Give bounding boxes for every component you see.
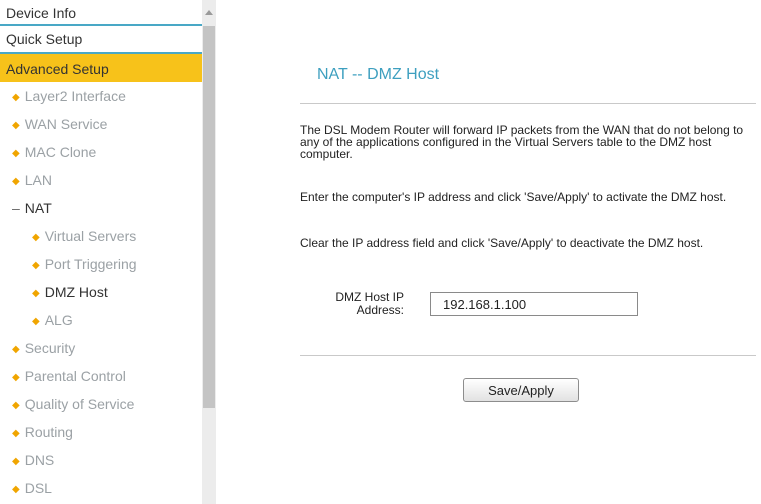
menu-item-label: MAC Clone	[24, 144, 97, 160]
bullet-icon: ◆	[12, 120, 20, 131]
menu-item-parental-control[interactable]: ◆ Parental Control	[0, 362, 202, 390]
bullet-icon: ◆	[12, 456, 20, 467]
bullet-icon: ◆	[12, 372, 20, 383]
menu-item-alg[interactable]: ◆ ALG	[0, 306, 202, 334]
bullet-icon: ◆	[12, 176, 20, 187]
menu-item-label: DNS	[24, 452, 55, 468]
divider	[300, 355, 756, 356]
menu-item-label: Parental Control	[24, 368, 126, 384]
menu-item-label: Port Triggering	[44, 256, 137, 272]
menu-item-dsl[interactable]: ◆ DSL	[0, 474, 202, 502]
menu-item-label: LAN	[24, 172, 52, 188]
menu-item-label: ALG	[44, 312, 73, 328]
menu-item-label: WAN Service	[24, 116, 108, 132]
menu-item-label: Virtual Servers	[44, 228, 137, 244]
main-content: NAT -- DMZ Host The DSL Modem Router wil…	[216, 0, 761, 504]
page-title: NAT -- DMZ Host	[317, 66, 440, 83]
menu-item-port-triggering[interactable]: ◆ Port Triggering	[0, 250, 202, 278]
bullet-icon: ◆	[32, 260, 40, 271]
bullet-icon: ◆	[12, 428, 20, 439]
menu-advanced-setup[interactable]: Advanced Setup	[0, 54, 202, 82]
scroll-up-arrow-icon[interactable]	[205, 10, 213, 15]
sidebar-menu: Device Info Quick Setup Advanced Setup ◆…	[0, 0, 202, 504]
sidebar-scrollbar[interactable]	[202, 0, 216, 504]
menu-item-virtual-servers[interactable]: ◆ Virtual Servers	[0, 222, 202, 250]
description-activate: Enter the computer's IP address and clic…	[300, 190, 727, 204]
menu-item-label: Layer2 Interface	[24, 88, 126, 104]
menu-item-routing[interactable]: ◆ Routing	[0, 418, 202, 446]
menu-item-dns[interactable]: ◆ DNS	[0, 446, 202, 474]
bullet-icon: ◆	[32, 316, 40, 327]
dmz-ip-label: DMZ Host IP Address:	[335, 290, 404, 317]
menu-item-label: Security	[24, 340, 76, 356]
bullet-icon: ◆	[12, 148, 20, 159]
menu-item-dmz-host[interactable]: ◆ DMZ Host	[0, 278, 202, 306]
menu-item-mac-clone[interactable]: ◆ MAC Clone	[0, 138, 202, 166]
menu-item-wan-service[interactable]: ◆ WAN Service	[0, 110, 202, 138]
menu-item-label: DMZ Host	[44, 284, 108, 300]
minus-icon: –	[12, 200, 20, 216]
bullet-icon: ◆	[12, 484, 20, 495]
bullet-icon: ◆	[32, 232, 40, 243]
menu-item-label: Routing	[24, 424, 73, 440]
menu-device-info[interactable]: Device Info	[0, 0, 202, 26]
save-apply-button[interactable]: Save/Apply	[463, 378, 579, 402]
dmz-ip-input[interactable]	[430, 292, 638, 316]
menu-item-layer2-interface[interactable]: ◆ Layer2 Interface	[0, 82, 202, 110]
bullet-icon: ◆	[12, 400, 20, 411]
description-forwarding: The DSL Modem Router will forward IP pac…	[300, 123, 744, 161]
menu-item-label: DSL	[24, 480, 52, 496]
bullet-icon: ◆	[12, 92, 20, 103]
menu-item-quality-of-service[interactable]: ◆ Quality of Service	[0, 390, 202, 418]
menu-quick-setup[interactable]: Quick Setup	[0, 26, 202, 54]
divider	[300, 103, 756, 104]
description-deactivate: Clear the IP address field and click 'Sa…	[300, 236, 704, 250]
menu-item-label: NAT	[24, 200, 52, 216]
bullet-icon: ◆	[32, 288, 40, 299]
scrollbar-thumb[interactable]	[203, 26, 215, 408]
bullet-icon: ◆	[12, 344, 20, 355]
menu-item-nat[interactable]: – NAT	[0, 194, 202, 222]
menu-item-security[interactable]: ◆ Security	[0, 334, 202, 362]
menu-item-label: Quality of Service	[24, 396, 135, 412]
menu-item-lan[interactable]: ◆ LAN	[0, 166, 202, 194]
